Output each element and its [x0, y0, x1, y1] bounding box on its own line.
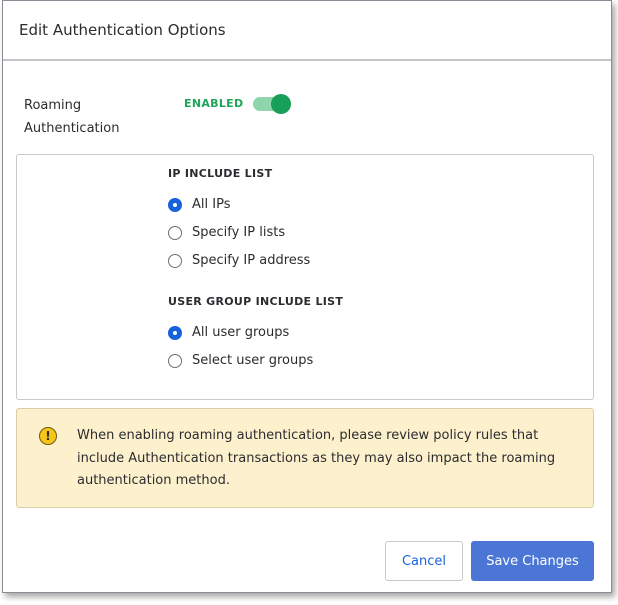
- radio-select-user-groups[interactable]: Select user groups: [168, 353, 313, 368]
- cancel-button[interactable]: Cancel: [385, 541, 463, 581]
- dialog-header: Edit Authentication Options: [3, 1, 611, 61]
- roaming-label: Roaming Authentication: [24, 94, 134, 140]
- radio-selected-icon: [168, 197, 182, 212]
- radio-unselected-icon: [168, 225, 182, 240]
- radio-label: Select user groups: [192, 353, 314, 368]
- roaming-toggle[interactable]: [253, 94, 291, 114]
- radio-all-user-groups[interactable]: All user groups: [168, 325, 289, 340]
- radio-unselected-icon: [168, 253, 182, 268]
- radio-label: All IPs: [192, 197, 231, 212]
- radio-all-ips[interactable]: All IPs: [168, 197, 230, 212]
- roaming-label-line2: Authentication: [24, 121, 120, 136]
- ip-include-heading: IP INCLUDE LIST: [168, 167, 273, 180]
- roaming-label-line1: Roaming: [24, 98, 82, 113]
- exclamation-icon: !: [39, 427, 57, 445]
- dialog-title: Edit Authentication Options: [19, 21, 226, 39]
- roaming-status: ENABLED: [184, 97, 244, 110]
- radio-label: All user groups: [192, 325, 290, 340]
- warning-callout: ! When enabling roaming authentication, …: [16, 408, 594, 508]
- save-changes-button[interactable]: Save Changes: [471, 541, 594, 581]
- radio-unselected-icon: [168, 353, 182, 368]
- radio-specify-ip-address[interactable]: Specify IP address: [168, 253, 310, 268]
- radio-label: Specify IP address: [192, 253, 311, 268]
- toggle-knob: [271, 94, 291, 114]
- user-group-include-heading: USER GROUP INCLUDE LIST: [168, 295, 344, 308]
- radio-selected-icon: [168, 325, 182, 340]
- warning-text: When enabling roaming authentication, pl…: [77, 428, 556, 488]
- radio-specify-ip-lists[interactable]: Specify IP lists: [168, 225, 285, 240]
- radio-label: Specify IP lists: [192, 225, 286, 240]
